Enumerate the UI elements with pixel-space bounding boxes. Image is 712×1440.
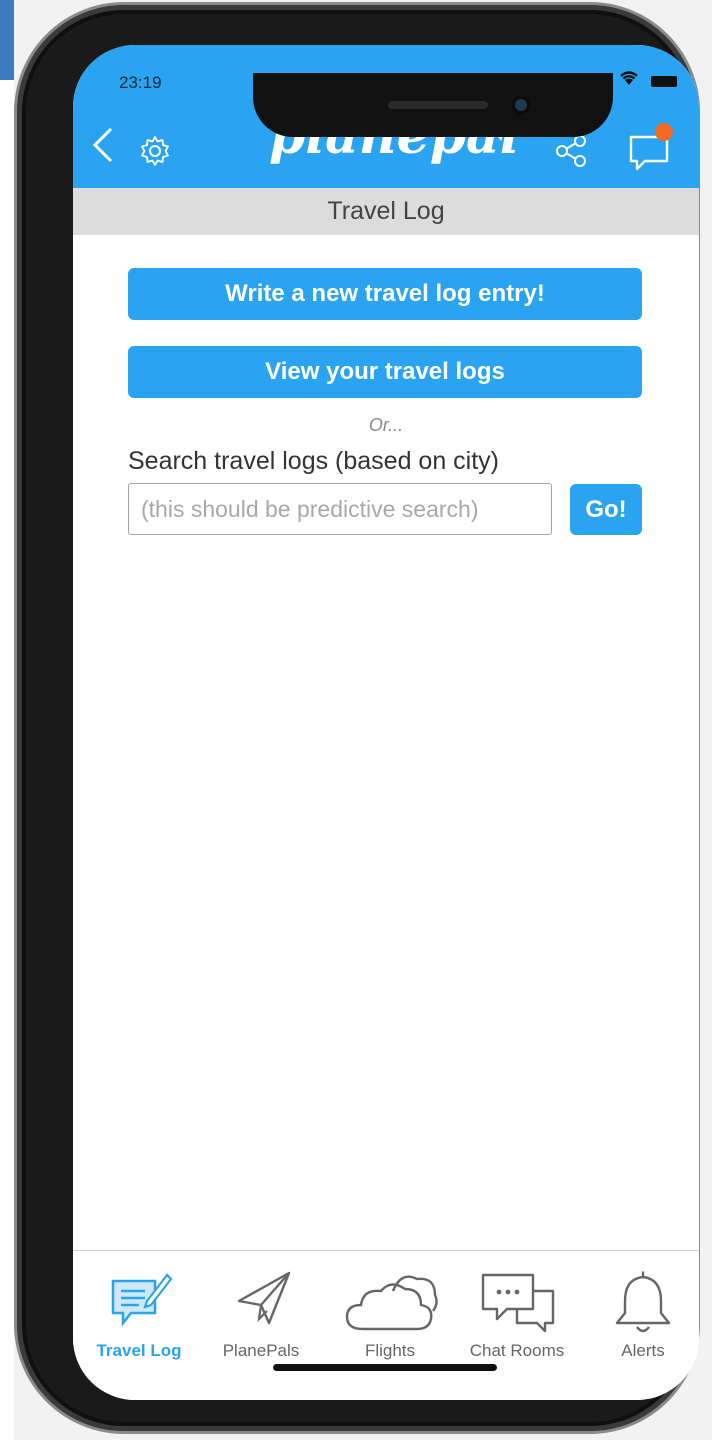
corner-tab	[0, 0, 14, 80]
gear-icon[interactable]	[139, 135, 171, 167]
bell-icon	[615, 1271, 671, 1333]
page-title: Travel Log	[73, 188, 699, 235]
back-chevron-icon[interactable]	[89, 127, 115, 163]
tab-flights[interactable]: Flights	[335, 1251, 445, 1371]
tab-bar: Travel Log PlanePals Flights Chat Rooms …	[73, 1250, 699, 1400]
city-search-input[interactable]	[128, 483, 552, 535]
travel-log-icon	[111, 1273, 173, 1327]
tab-label: Flights	[364, 1341, 416, 1360]
share-icon[interactable]	[553, 133, 589, 169]
tab-planepals[interactable]: PlanePals	[211, 1251, 311, 1371]
tab-label: Alerts	[621, 1341, 665, 1360]
notification-badge	[655, 123, 673, 141]
paper-plane-icon	[237, 1271, 291, 1325]
phone-frame: 23:19 planepal	[14, 2, 700, 1434]
tab-label: PlanePals	[222, 1341, 300, 1360]
tab-alerts[interactable]: Alerts	[603, 1251, 683, 1371]
front-camera	[515, 99, 527, 111]
battery-icon	[651, 76, 677, 87]
tab-label: Chat Rooms	[469, 1341, 565, 1360]
tab-chat-rooms[interactable]: Chat Rooms	[457, 1251, 577, 1371]
tab-label: Travel Log	[96, 1341, 182, 1360]
speaker-grille	[388, 101, 488, 109]
cloud-icon	[345, 1275, 438, 1331]
tab-travel-log[interactable]: Travel Log	[81, 1251, 197, 1371]
search-label: Search travel logs (based on city)	[128, 447, 500, 475]
or-separator: Or...	[368, 415, 404, 435]
go-button[interactable]: Go!	[570, 484, 642, 535]
wifi-icon	[620, 71, 638, 85]
home-indicator[interactable]	[273, 1364, 497, 1371]
status-time: 23:19	[119, 73, 162, 92]
write-entry-button[interactable]: Write a new travel log entry!	[128, 268, 642, 320]
view-logs-button[interactable]: View your travel logs	[128, 346, 642, 398]
chat-rooms-icon	[481, 1273, 555, 1333]
phone-screen: 23:19 planepal	[73, 45, 699, 1400]
phone-notch	[253, 73, 613, 137]
